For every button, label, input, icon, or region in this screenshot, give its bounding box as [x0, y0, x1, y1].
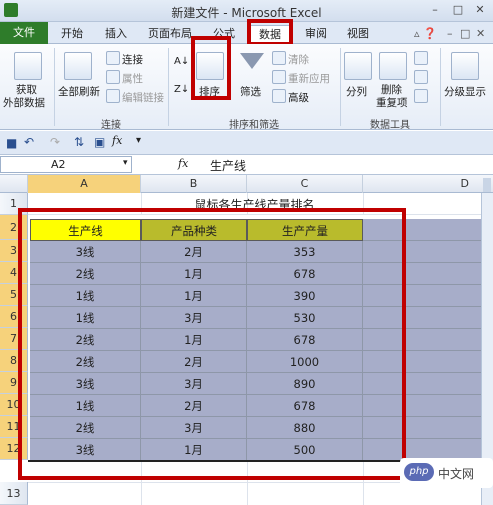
connections-button[interactable]: 连接 [122, 52, 143, 67]
remove-duplicates-label-2[interactable]: 重复项 [376, 95, 408, 110]
refresh-all-label[interactable]: 全部刷新 [58, 84, 100, 99]
outline-button[interactable]: 分级显示 [444, 84, 486, 99]
col-header-b[interactable]: B [141, 175, 247, 193]
watermark-logo-icon: php [404, 463, 434, 481]
tab-review[interactable]: 审阅 [298, 25, 334, 43]
redo-icon[interactable]: ↷ [50, 135, 60, 149]
highlight-sort [191, 36, 231, 100]
sort-za-icon[interactable]: Z↓ [174, 84, 189, 95]
column-headers: A B C D [0, 175, 493, 193]
save-icon[interactable]: ■ [6, 136, 17, 150]
text-to-columns-icon[interactable] [344, 52, 372, 80]
highlight-data-tab [247, 19, 293, 46]
what-if-icon[interactable] [414, 89, 428, 103]
advanced-icon[interactable] [272, 89, 286, 103]
fx-icon[interactable]: fx [178, 157, 188, 170]
col-header-c[interactable]: C [247, 175, 363, 193]
undo-icon[interactable]: ↶ [24, 135, 34, 149]
highlight-table [18, 208, 406, 480]
properties-button[interactable]: 属性 [122, 71, 143, 86]
name-box-dropdown-icon[interactable]: ▾ [123, 158, 128, 168]
formula-input[interactable]: 生产线 [210, 157, 246, 174]
sort-asc-icon[interactable]: ⇅ [74, 135, 84, 149]
quick-access-toolbar: ■ ↶ ↷ ⇅ ▣ fx ▾ [0, 131, 493, 155]
print-preview-icon[interactable]: ▣ [94, 135, 105, 149]
customize-qat-icon[interactable]: ▾ [136, 135, 141, 146]
select-all-corner[interactable] [0, 175, 28, 193]
tab-insert[interactable]: 插入 [98, 25, 134, 43]
filter-button[interactable]: 筛选 [240, 84, 261, 99]
reapply-icon [272, 70, 286, 84]
clear-icon [272, 51, 286, 65]
get-external-label-2[interactable]: 外部数据 [3, 95, 45, 110]
group-sort-filter-label: 排序和筛选 [229, 120, 279, 131]
ribbon-minimize-icon[interactable]: – [447, 27, 453, 40]
restore-button[interactable]: □ [448, 2, 468, 18]
row-header-13[interactable]: 13 [0, 482, 28, 505]
tab-home[interactable]: 开始 [54, 25, 90, 43]
help-icon[interactable]: ▵ ❓ [414, 27, 437, 40]
ribbon-close-icon[interactable]: ✕ [476, 27, 485, 40]
filter-icon[interactable] [240, 53, 264, 69]
ribbon-restore-icon[interactable]: □ [460, 27, 470, 40]
ribbon: 获取 外部数据 全部刷新 连接 属性 编辑链接 连接 A↓ Z↓ 排序 筛选 清… [0, 36, 493, 131]
properties-icon [106, 70, 120, 84]
clear-button[interactable]: 清除 [288, 52, 309, 67]
watermark-text: 中文网 [438, 467, 475, 481]
advanced-button[interactable]: 高级 [288, 90, 309, 105]
name-box[interactable]: A2 [0, 156, 132, 173]
col-header-d[interactable]: D [363, 175, 481, 193]
col-header-a[interactable]: A [28, 175, 141, 193]
function-icon[interactable]: fx [112, 134, 122, 147]
connections-icon[interactable] [106, 51, 120, 65]
close-button[interactable]: ✕ [470, 2, 490, 18]
group-connections-label: 连接 [101, 120, 121, 131]
remove-duplicates-icon[interactable] [379, 52, 407, 80]
formula-bar: A2 ▾ fx 生产线 [0, 155, 493, 175]
watermark: php 中文网 [400, 458, 493, 488]
tab-page-layout[interactable]: 页面布局 [142, 25, 198, 43]
data-validation-icon[interactable] [414, 51, 428, 65]
edit-links-icon [106, 89, 120, 103]
sort-az-icon[interactable]: A↓ [174, 56, 189, 67]
ribbon-tabs: 文件 开始 插入 页面布局 公式 数据 审阅 视图 ▵ ❓ – □ ✕ [0, 19, 493, 46]
outline-icon[interactable] [451, 52, 479, 80]
excel-logo-icon [4, 3, 18, 17]
tab-file[interactable]: 文件 [0, 22, 48, 44]
group-data-tools-label: 数据工具 [370, 120, 410, 131]
consolidate-icon[interactable] [414, 70, 428, 84]
minimize-button[interactable]: – [425, 2, 445, 18]
split-handle[interactable] [483, 178, 491, 192]
text-to-columns-button[interactable]: 分列 [346, 84, 367, 99]
refresh-all-icon[interactable] [64, 52, 92, 80]
reapply-button[interactable]: 重新应用 [288, 71, 330, 86]
tab-view[interactable]: 视图 [340, 25, 376, 43]
get-external-data-icon[interactable] [14, 52, 42, 80]
edit-links-button[interactable]: 编辑链接 [122, 90, 164, 105]
